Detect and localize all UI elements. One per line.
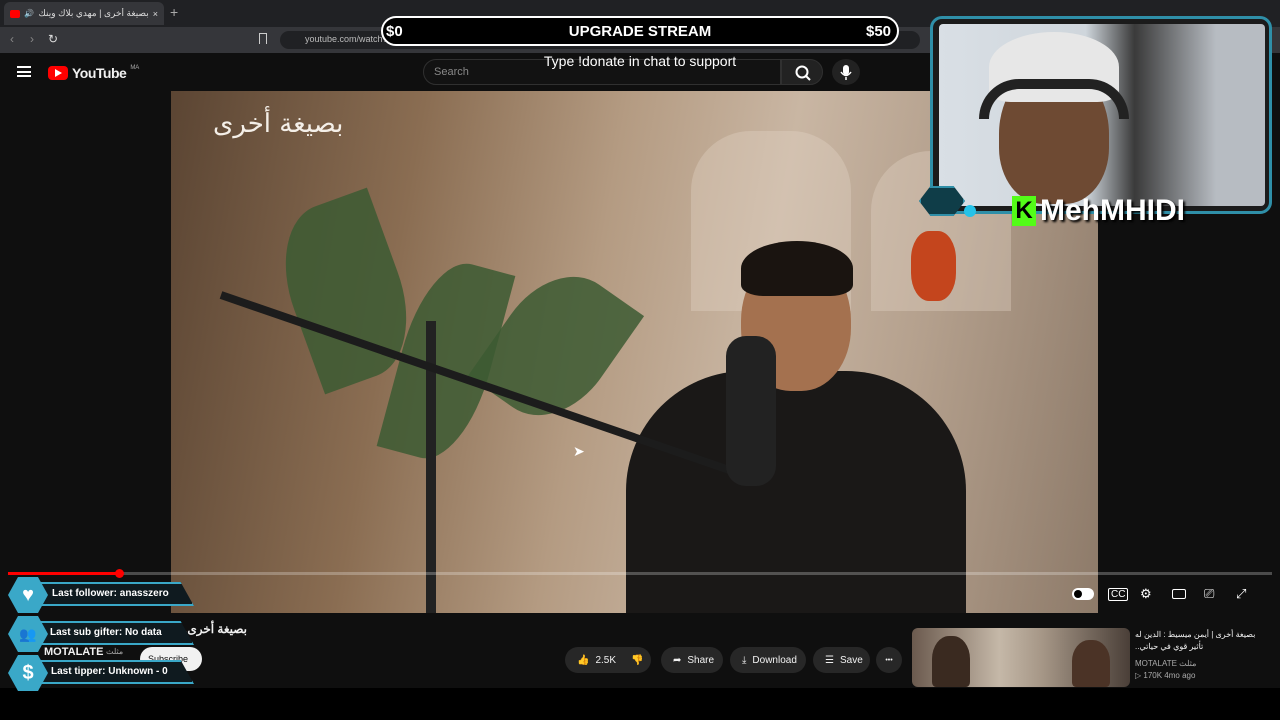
more-dots-icon: ••• — [885, 656, 893, 664]
new-tab-button[interactable]: + — [170, 4, 178, 20]
alert-last-follower: ♥ Last follower: anasszero — [4, 577, 196, 613]
suggested-meta: ▷ 170K 4mo ago — [1135, 671, 1196, 680]
tab-close-icon[interactable]: × — [153, 9, 158, 19]
tab-title: بصيغة أخرى | مهدي بلاك وينك... — [37, 8, 149, 18]
alert-text: Last sub gifter: No data — [50, 627, 162, 638]
bottom-strip — [0, 688, 1280, 720]
share-label: Share — [687, 654, 715, 666]
microphone — [726, 336, 776, 486]
mouse-cursor-icon: ➤ — [573, 443, 585, 459]
captions-icon[interactable]: CC — [1108, 588, 1129, 601]
fullscreen-icon[interactable]: ⤢ — [1236, 586, 1246, 602]
share-button[interactable]: ➦ Share — [661, 647, 723, 673]
download-icon: ⤓ — [742, 654, 747, 666]
logo-wordmark: YouTube — [72, 65, 127, 81]
share-arrow-icon: ➦ — [673, 654, 682, 666]
cast-icon[interactable]: ⎚ — [1204, 586, 1214, 602]
browser-tab[interactable]: 🔊 بصيغة أخرى | مهدي بلاك وينك... × — [4, 2, 164, 25]
alert-text: Last tipper: Unknown - 0 — [51, 666, 168, 677]
alert-last-sub-gifter: 👥 Last sub gifter: No data — [4, 616, 196, 652]
channel-watermark: بصيغة أخرى — [213, 109, 344, 139]
country-code: MA — [130, 65, 140, 71]
more-actions-button[interactable]: ••• — [876, 647, 902, 673]
suggested-video-title[interactable]: بصيغة أخرى | أيمن ميسيط : الدين له تأثير… — [1135, 629, 1270, 653]
miniplayer-icon[interactable] — [1172, 589, 1186, 599]
orange-vase — [911, 231, 956, 301]
save-button[interactable]: ☰ Save — [813, 647, 870, 673]
thumbs-up-icon: 👍 — [577, 654, 590, 666]
dislike-button[interactable]: 👎 — [623, 647, 651, 673]
audio-icon[interactable]: 🔊 — [24, 9, 34, 18]
goal-current-amount: $0 — [386, 23, 403, 40]
alert-text: Last follower: anasszero — [52, 588, 169, 599]
guest-body — [626, 371, 966, 613]
streamer-name: MehMHIDI — [1040, 194, 1185, 227]
alert-last-tipper: $ Last tipper: Unknown - 0 — [4, 655, 196, 691]
goal-subtitle: Type !donate in chat to support — [543, 53, 737, 69]
progress-played — [8, 572, 119, 575]
save-label: Save — [839, 654, 863, 666]
hamburger-menu-icon[interactable] — [17, 66, 31, 77]
voice-search-button[interactable] — [832, 59, 860, 85]
reload-button[interactable]: ↻ — [48, 32, 58, 46]
back-button[interactable]: ‹ — [10, 32, 14, 46]
kick-logo-icon: K — [1012, 196, 1036, 226]
webcam-frame — [930, 16, 1272, 214]
guest-hair — [741, 241, 853, 296]
bookmark-icon[interactable] — [259, 33, 267, 44]
forward-button[interactable]: › — [30, 32, 34, 46]
download-button[interactable]: ⤓ Download — [730, 647, 806, 673]
youtube-favicon-icon — [10, 9, 20, 18]
like-count: 2.5K — [595, 654, 617, 666]
thumb-person-right — [1072, 640, 1110, 687]
streamer-headphones — [979, 79, 1129, 119]
microphone-icon — [840, 65, 852, 80]
autoplay-toggle[interactable] — [1072, 588, 1094, 600]
download-label: Download — [752, 654, 797, 666]
goal-target-amount: $50 — [866, 23, 892, 40]
youtube-play-icon — [48, 66, 68, 80]
like-button[interactable]: 👍 2.5K — [565, 647, 623, 673]
goal-title: UPGRADE STREAM — [568, 23, 712, 40]
live-dot-icon — [964, 205, 976, 217]
suggested-video-thumbnail[interactable] — [912, 628, 1130, 687]
save-playlist-icon: ☰ — [825, 654, 834, 666]
webcam-feed — [939, 24, 1265, 206]
settings-gear-icon[interactable]: ⚙ — [1140, 586, 1152, 602]
suggested-channel[interactable]: MOTALATE مثلث — [1135, 659, 1196, 668]
progress-bar[interactable] — [8, 572, 1272, 575]
thumbs-down-icon: 👎 — [631, 654, 644, 666]
thumb-person-left — [932, 636, 970, 687]
youtube-logo[interactable]: YouTube MA — [48, 65, 139, 81]
